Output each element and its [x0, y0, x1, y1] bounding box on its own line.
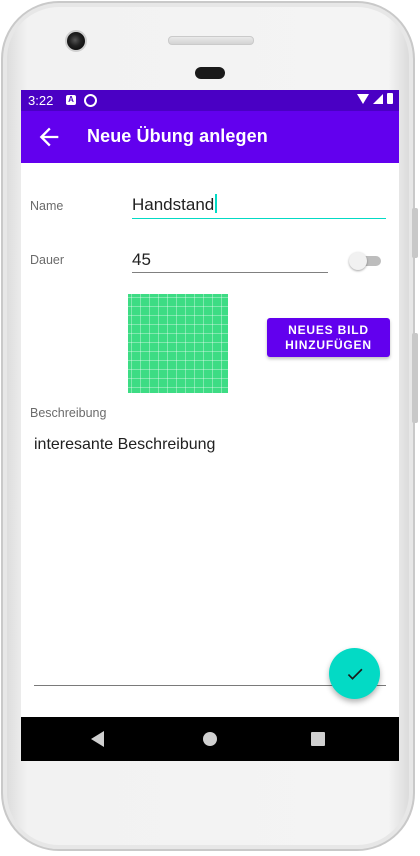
sync-icon — [84, 94, 97, 107]
text-cursor — [215, 194, 218, 213]
exercise-image-preview — [128, 294, 228, 393]
earpiece-speaker — [168, 36, 254, 45]
volume-button — [412, 208, 418, 258]
app-bar: Neue Übung anlegen — [21, 111, 399, 163]
dauer-toggle[interactable] — [349, 252, 381, 270]
name-value: Handstand — [132, 195, 215, 214]
proximity-sensor — [195, 67, 225, 79]
status-time: 3:22 — [28, 93, 54, 108]
check-icon — [347, 668, 362, 680]
nav-home-icon[interactable] — [203, 732, 217, 746]
dauer-label: Dauer — [30, 253, 65, 267]
power-button — [412, 333, 418, 423]
screen: 3:22 A Neue Übung anlegen Name Handstand… — [21, 90, 399, 761]
front-camera — [65, 30, 87, 52]
phone-frame: 3:22 A Neue Übung anlegen Name Handstand… — [1, 1, 418, 851]
description-label: Beschreibung — [30, 406, 107, 420]
navigation-bar — [21, 717, 399, 761]
save-fab[interactable] — [329, 648, 380, 699]
name-field[interactable]: Handstand — [132, 194, 386, 219]
description-field[interactable]: interesante Beschreibung — [34, 436, 215, 454]
add-image-button[interactable]: NEUES BILD HINZUFÜGEN — [267, 318, 390, 357]
arrow-back-icon — [39, 127, 59, 147]
signal-icon — [373, 93, 383, 104]
status-system-icons — [357, 93, 393, 104]
page-title: Neue Übung anlegen — [87, 126, 268, 146]
nav-back-icon[interactable] — [91, 731, 104, 747]
status-bar: 3:22 A — [21, 90, 399, 111]
toggle-thumb — [349, 252, 367, 270]
battery-icon — [387, 93, 393, 104]
a-badge-icon: A — [66, 95, 76, 105]
back-button[interactable] — [35, 123, 63, 151]
nav-recents-icon[interactable] — [311, 732, 325, 746]
dauer-value: 45 — [132, 250, 151, 269]
wifi-icon — [357, 93, 369, 104]
name-label: Name — [30, 199, 64, 213]
dauer-field[interactable]: 45 — [132, 250, 328, 273]
